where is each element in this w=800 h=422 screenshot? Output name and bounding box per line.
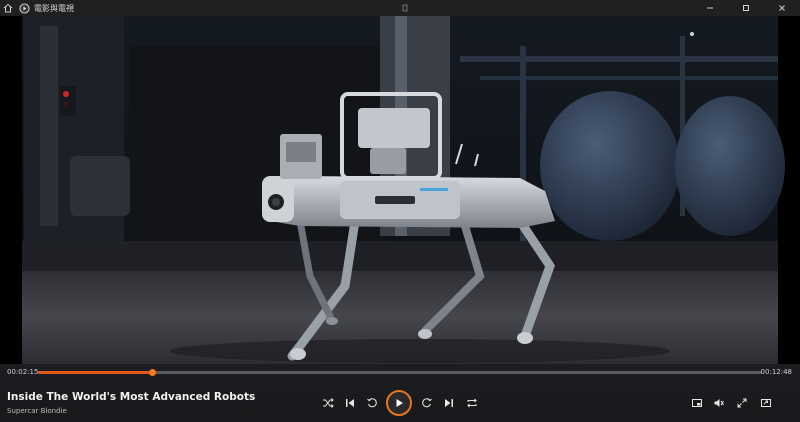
- fullscreen-icon: [737, 398, 747, 408]
- back-button[interactable]: [0, 0, 16, 16]
- volume-button[interactable]: [710, 394, 728, 412]
- repeat-button[interactable]: [463, 394, 481, 412]
- more-icon: [761, 399, 771, 407]
- media-artist: Supercar Blondie: [7, 407, 67, 415]
- back-arrow-icon: [3, 3, 13, 13]
- next-button[interactable]: [440, 394, 458, 412]
- app-title: 電影與電視: [34, 3, 74, 13]
- forward-30-icon: [422, 398, 432, 408]
- drag-handle-icon: [402, 4, 408, 12]
- app-logo: [16, 0, 32, 16]
- play-icon: [396, 399, 403, 407]
- mini-view-button[interactable]: [688, 394, 706, 412]
- previous-icon: [346, 399, 354, 407]
- seek-thumb[interactable]: [148, 369, 156, 376]
- next-icon: [445, 399, 453, 407]
- forward-30-button[interactable]: [418, 394, 436, 412]
- rewind-10-icon: [367, 398, 377, 408]
- video-frame-image: [0, 16, 800, 366]
- maximize-button[interactable]: [728, 0, 764, 16]
- movies-tv-icon: [18, 2, 30, 14]
- video-surface[interactable]: [0, 16, 800, 366]
- maximize-icon: [743, 5, 749, 11]
- shuffle-button[interactable]: [319, 394, 337, 412]
- previous-button[interactable]: [341, 394, 359, 412]
- minimize-icon: [707, 7, 713, 9]
- rewind-10-button[interactable]: [363, 394, 381, 412]
- mini-view-icon: [692, 399, 702, 407]
- play-button[interactable]: [386, 390, 412, 416]
- media-title: Inside The World's Most Advanced Robots: [7, 391, 256, 403]
- fullscreen-button[interactable]: [733, 394, 751, 412]
- current-time: 00:02:15: [7, 368, 39, 376]
- minimize-button[interactable]: [692, 0, 728, 16]
- repeat-icon: [467, 398, 477, 408]
- total-time: 00:12:48: [760, 368, 792, 376]
- close-icon: [779, 5, 785, 11]
- title-bar: 電影與電視: [0, 0, 800, 16]
- shuffle-icon: [323, 398, 334, 408]
- seek-bar[interactable]: [38, 369, 762, 376]
- volume-icon: [714, 399, 724, 407]
- seek-bar-progress: [38, 371, 153, 374]
- transport-bar: 00:02:15 00:12:48 Inside The World's Mos…: [0, 364, 800, 422]
- close-button[interactable]: [764, 0, 800, 16]
- more-button[interactable]: [757, 394, 775, 412]
